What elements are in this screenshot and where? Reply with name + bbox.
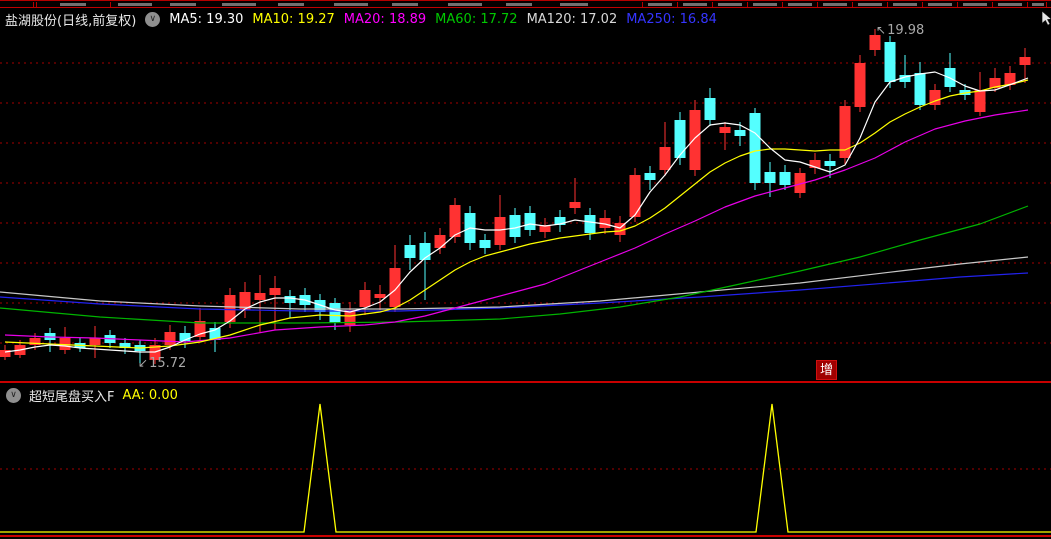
toolbar-clipped-text: [222, 3, 256, 6]
candle-body: [524, 213, 536, 230]
candle-body: [674, 120, 686, 158]
candle-body: [1019, 57, 1031, 65]
toolbar-clipped-text: [118, 3, 152, 6]
low-arrow-icon: ↙: [138, 356, 149, 370]
toolbar-clipped-text: [1032, 3, 1044, 6]
candle-body: [389, 268, 401, 307]
ma-value-label: MA250: 16.84: [626, 11, 717, 27]
toolbar-clipped-text: [893, 3, 917, 6]
toolbar-clipped-text: [998, 3, 1022, 6]
toolbar-clipped-text: [788, 3, 812, 6]
candle-body: [329, 303, 341, 323]
candle-body: [734, 130, 746, 136]
high-arrow-icon: ↖: [876, 23, 887, 37]
top-toolbar-clipped: [0, 0, 1051, 8]
toolbar-separator: [782, 2, 783, 7]
candle-body: [494, 217, 506, 245]
candle-body: [719, 127, 731, 133]
toolbar-clipped-text: [278, 3, 304, 6]
main-chart-header: 盐湖股份(日线,前复权) ∨ MA5: 19.30 MA10: 19.27 MA20…: [5, 10, 717, 29]
ma-line-MA120: [0, 256, 1029, 310]
toolbar-separator: [817, 2, 818, 7]
trading-app-window: 盐湖股份(日线,前复权) ∨ MA5: 19.30 MA10: 19.27 MA20…: [0, 0, 1051, 539]
toolbar-clipped-text: [448, 3, 482, 6]
candlestick-chart[interactable]: [0, 28, 1051, 381]
ma-value-label: MA20: 18.89: [343, 11, 427, 27]
toolbar-separator: [1046, 2, 1047, 7]
toolbar-separator: [887, 2, 888, 7]
toolbar-clipped-text: [683, 3, 707, 6]
toolbar-clipped-text: [823, 3, 847, 6]
toolbar-clipped-text: [928, 3, 952, 6]
toolbar-clipped-text: [858, 3, 882, 6]
candle-body: [584, 215, 596, 233]
toolbar-separator: [677, 2, 678, 7]
ma-value-label: MA60: 17.72: [435, 11, 518, 27]
candle-body: [479, 240, 491, 248]
toolbar-separator: [33, 2, 34, 7]
toolbar-clipped-text: [506, 3, 532, 6]
toolbar-clipped-text: [60, 3, 86, 6]
toolbar-clipped-text: [392, 3, 418, 6]
toolbar-clipped-text: [648, 3, 672, 6]
toolbar-separator: [957, 2, 958, 7]
candle-body: [854, 63, 866, 107]
candle-body: [974, 90, 986, 112]
ma-values-row: MA5: 19.30 MA10: 19.27 MA20: 18.89 MA60: 17…: [169, 12, 717, 27]
indicator-chart[interactable]: [0, 383, 1051, 539]
candle-body: [569, 202, 581, 208]
candle-body: [659, 147, 671, 170]
candle-body: [89, 338, 101, 345]
ma-line-MA10: [4, 79, 1029, 349]
ma-value-label: MA10: 19.27: [252, 11, 335, 27]
candle-body: [824, 161, 836, 166]
candle-body: [704, 98, 716, 120]
candle-body: [374, 294, 386, 298]
toolbar-separator: [36, 2, 37, 7]
toolbar-separator: [110, 2, 111, 7]
candle-body: [269, 288, 281, 295]
candle-body: [764, 172, 776, 183]
toolbar-separator: [747, 2, 748, 7]
candle-body: [509, 215, 521, 237]
toolbar-clipped-text: [170, 3, 196, 6]
ma-value-label: MA120: 17.02: [526, 11, 618, 27]
toolbar-separator: [712, 2, 713, 7]
toolbar-separator: [852, 2, 853, 7]
mouse-cursor-icon: [1042, 11, 1051, 26]
toolbar-clipped-text: [560, 3, 588, 6]
candle-body: [689, 110, 701, 170]
event-flag-badge[interactable]: 增: [816, 360, 837, 380]
toolbar-clipped-text: [963, 3, 987, 6]
candle-body: [749, 113, 761, 183]
candle-body: [914, 73, 926, 105]
toolbar-separator: [1027, 2, 1028, 7]
toolbar-clipped-text: [718, 3, 742, 6]
ma-value-label: MA5: 19.30: [169, 11, 244, 27]
indicator-spike-line: [0, 403, 1051, 533]
low-price-label: ↙15.72: [138, 356, 187, 371]
toolbar-separator: [922, 2, 923, 7]
candle-body: [359, 290, 371, 307]
candle-body: [254, 293, 266, 300]
toolbar-clipped-text: [334, 3, 368, 6]
candle-body: [644, 173, 656, 180]
candle-body: [629, 175, 641, 217]
candle-body: [434, 235, 446, 248]
candles-layer: [0, 29, 1031, 364]
stock-title: 盐湖股份(日线,前复权): [5, 13, 137, 29]
ma-line-MA5: [4, 71, 1029, 353]
toolbar-separator: [992, 2, 993, 7]
candle-body: [884, 42, 896, 82]
candle-body: [779, 172, 791, 185]
candle-body: [164, 332, 176, 345]
collapse-chevron-icon[interactable]: ∨: [145, 11, 161, 27]
candle-body: [449, 205, 461, 237]
toolbar-separator: [642, 2, 643, 7]
toolbar-clipped-text: [753, 3, 777, 6]
high-price-label: ↖19.98: [876, 23, 925, 38]
candle-body: [284, 296, 296, 303]
candle-body: [404, 245, 416, 258]
gridlines-layer: [0, 62, 1051, 344]
